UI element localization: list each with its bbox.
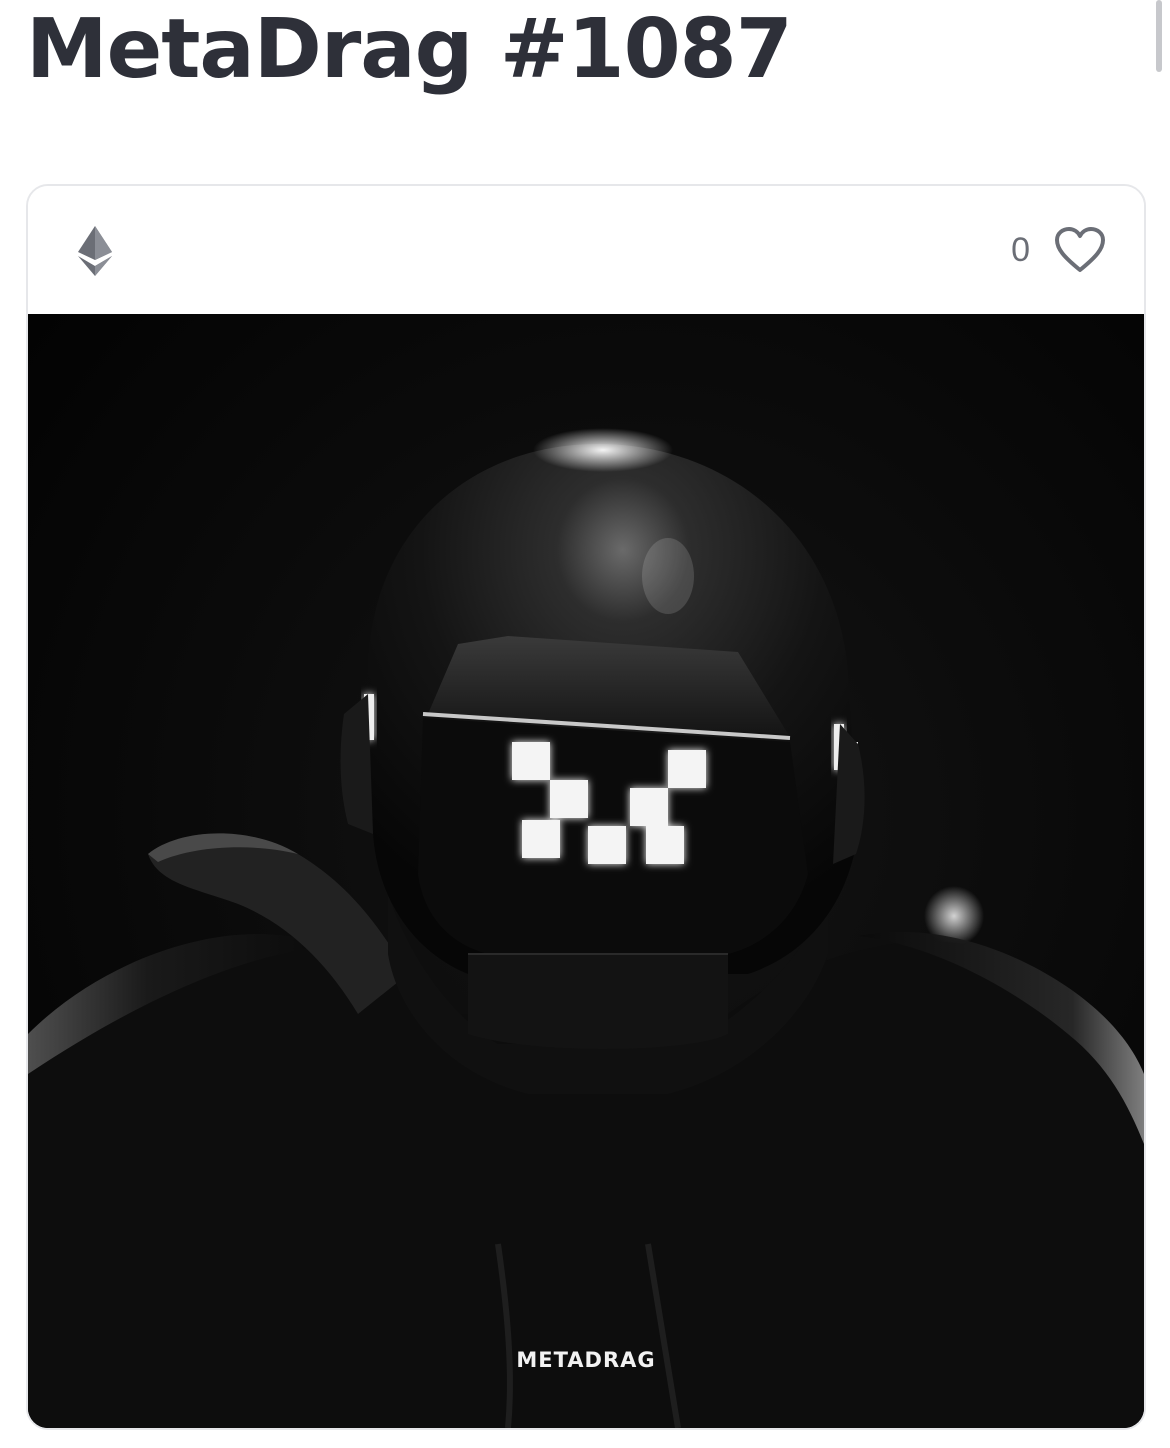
metadrag-character-image[interactable]: METADRAG: [28, 314, 1144, 1428]
heart-outline-icon[interactable]: [1054, 226, 1106, 274]
ethereum-icon: [78, 226, 112, 276]
page-title: MetaDrag #1087: [26, 2, 793, 97]
nft-detail-page: MetaDrag #1087 0 METADRAG: [0, 0, 1170, 1448]
scrollbar-thumb[interactable]: [1156, 0, 1162, 72]
like-control: 0: [1011, 224, 1106, 276]
card-header: 0: [28, 186, 1144, 314]
metadrag-wordmark: METADRAG: [516, 1348, 656, 1372]
like-count: 0: [1011, 230, 1030, 269]
nft-card: 0 METADRAG: [26, 184, 1146, 1430]
